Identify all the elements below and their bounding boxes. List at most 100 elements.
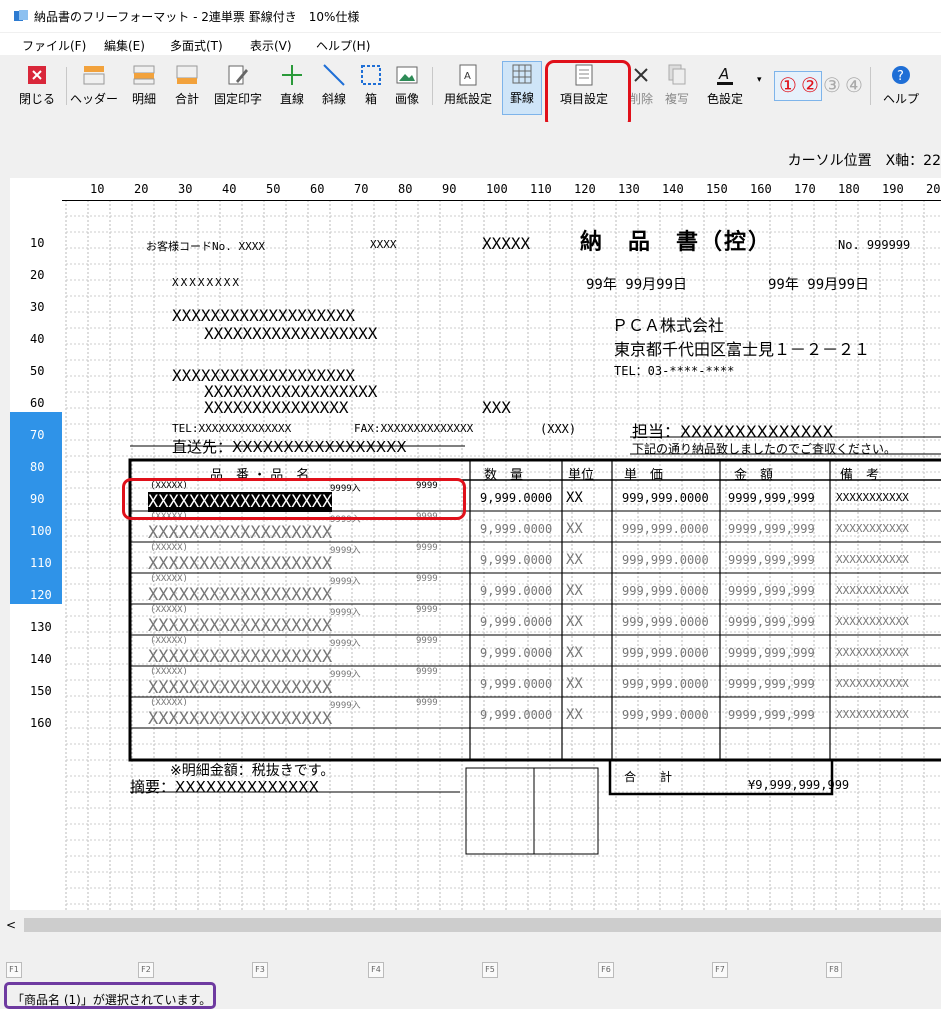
f8-key[interactable]: F8 xyxy=(826,962,842,978)
horizontal-scrollbar[interactable]: < xyxy=(0,910,941,940)
menu-edit[interactable]: 編集(E) xyxy=(104,37,145,54)
left-ruler: 10 20 30 40 50 60 70 80 90 100 110 120 130 140 150 160 xyxy=(10,200,62,910)
top-ruler-tick: 130 xyxy=(618,182,640,196)
top-ruler-tick: 200 xyxy=(926,182,941,196)
left-ruler-tick: 120 xyxy=(10,572,62,604)
total-icon xyxy=(176,65,198,84)
detail-button[interactable]: 明細 xyxy=(124,63,164,115)
page-1-button[interactable]: ① xyxy=(779,73,797,97)
top-ruler-tick: 30 xyxy=(178,182,193,196)
paper-icon: A xyxy=(459,64,477,86)
fixed-print-button[interactable]: 固定印字 xyxy=(210,63,266,115)
top-ruler-tick: 120 xyxy=(574,182,596,196)
page-3-button[interactable]: ③ xyxy=(823,73,841,97)
f1-key[interactable]: F1 xyxy=(6,962,22,978)
top-ruler-tick: 10 xyxy=(90,182,105,196)
top-ruler-tick: 90 xyxy=(442,182,457,196)
top-ruler-tick: 60 xyxy=(310,182,325,196)
left-ruler-tick: 40 xyxy=(30,332,45,346)
app-icon xyxy=(14,10,28,21)
help-button[interactable]: ? ヘルプ xyxy=(876,63,926,115)
top-ruler-tick: 40 xyxy=(222,182,237,196)
page-4-button[interactable]: ④ xyxy=(845,73,863,97)
f5-key[interactable]: F5 xyxy=(482,962,498,978)
crosshair-line-icon xyxy=(282,65,302,85)
box-icon xyxy=(361,65,381,85)
top-ruler-tick: 100 xyxy=(486,182,508,196)
help-icon: ? xyxy=(892,66,910,84)
f2-key[interactable]: F2 xyxy=(138,962,154,978)
left-ruler-tick: 30 xyxy=(30,300,45,314)
top-ruler-tick: 140 xyxy=(662,182,684,196)
f4-key[interactable]: F4 xyxy=(368,962,384,978)
menu-file[interactable]: ファイル(F) xyxy=(22,37,86,54)
pencil-icon xyxy=(228,65,248,85)
left-ruler-tick: 20 xyxy=(30,268,45,282)
svg-text:?: ? xyxy=(897,69,904,84)
top-ruler-tick: 160 xyxy=(750,182,772,196)
top-ruler-tick: 180 xyxy=(838,182,860,196)
image-icon xyxy=(396,66,418,84)
title-bar: 納品書のフリーフォーマット - 2連単票 罫線付き 10%仕様 xyxy=(0,0,941,32)
diagonal-line-button[interactable]: 斜線 xyxy=(314,63,354,115)
design-canvas[interactable] xyxy=(10,178,941,910)
status-highlight xyxy=(4,982,216,1009)
grid-icon xyxy=(512,64,532,84)
toolbar: 閉じる ヘッダー 明細 合計 固定印字 直線 斜線 箱 画像 A 用紙設定 罫線 xyxy=(0,57,941,129)
scroll-left-icon[interactable]: < xyxy=(6,918,16,932)
color-settings-button[interactable]: A 色設定 xyxy=(700,63,750,115)
header-icon xyxy=(83,66,105,85)
dropdown-arrow-icon[interactable]: ▾ xyxy=(757,75,762,85)
left-ruler-tick: 70 xyxy=(10,412,62,444)
left-ruler-tick: 50 xyxy=(30,364,45,378)
copy-icon xyxy=(668,64,686,85)
top-ruler-tick: 50 xyxy=(266,182,281,196)
top-ruler-tick: 70 xyxy=(354,182,369,196)
left-ruler-tick: 160 xyxy=(30,716,52,730)
menu-multiface[interactable]: 多面式(T) xyxy=(170,37,223,54)
diagonal-line-icon xyxy=(323,64,345,86)
top-ruler-tick: 170 xyxy=(794,182,816,196)
header-button[interactable]: ヘッダー xyxy=(68,63,120,115)
top-ruler-tick: 20 xyxy=(134,182,149,196)
svg-text:A: A xyxy=(464,71,471,82)
left-ruler-tick: 130 xyxy=(30,620,52,634)
detail-icon xyxy=(133,65,155,85)
copy-button[interactable]: 複写 xyxy=(660,63,694,115)
left-ruler-tick: 110 xyxy=(10,540,62,572)
image-button[interactable]: 画像 xyxy=(388,63,426,115)
left-ruler-tick: 90 xyxy=(10,476,62,508)
f6-key[interactable]: F6 xyxy=(598,962,614,978)
left-ruler-tick: 100 xyxy=(10,508,62,540)
f3-key[interactable]: F3 xyxy=(252,962,268,978)
top-ruler-tick: 190 xyxy=(882,182,904,196)
left-ruler-tick: 60 xyxy=(30,396,45,410)
close-button[interactable]: 閉じる xyxy=(16,63,58,115)
top-ruler: 10 20 30 40 50 60 70 80 90 100 110 120 130 140 150 160 1… xyxy=(10,178,941,201)
menu-bar: ファイル(F) 編集(E) 多面式(T) 表示(V) ヘルプ(H) xyxy=(0,33,941,55)
left-ruler-tick: 80 xyxy=(10,444,62,476)
f7-key[interactable]: F7 xyxy=(712,962,728,978)
ruled-lines-toggle[interactable]: 罫線 xyxy=(502,61,542,115)
item-settings-highlight xyxy=(545,60,631,129)
box-button[interactable]: 箱 xyxy=(356,63,386,115)
cursor-position: カーソル位置 X軸：22 xyxy=(787,153,941,169)
paper-settings-button[interactable]: A 用紙設定 xyxy=(438,63,498,115)
straight-line-button[interactable]: 直線 xyxy=(272,63,312,115)
top-ruler-tick: 110 xyxy=(530,182,552,196)
top-ruler-tick: 150 xyxy=(706,182,728,196)
top-ruler-tick: 80 xyxy=(398,182,413,196)
menu-help[interactable]: ヘルプ(H) xyxy=(316,37,370,54)
cursor-bar: カーソル位置 X軸：22 xyxy=(0,122,941,178)
scroll-thumb[interactable] xyxy=(24,918,941,932)
left-ruler-tick: 140 xyxy=(30,652,52,666)
left-ruler-tick: 10 xyxy=(30,236,45,250)
window-title: 納品書のフリーフォーマット - 2連単票 罫線付き 10%仕様 xyxy=(34,10,360,24)
total-button[interactable]: 合計 xyxy=(168,63,206,115)
font-color-icon: A xyxy=(717,65,733,85)
left-ruler-tick: 150 xyxy=(30,684,52,698)
grid-lines xyxy=(65,200,941,910)
function-key-bar: F1 F2 F3 F4 F5 F6 F7 F8 xyxy=(0,950,941,982)
page-2-button[interactable]: ② xyxy=(801,73,819,97)
menu-view[interactable]: 表示(V) xyxy=(250,37,292,54)
